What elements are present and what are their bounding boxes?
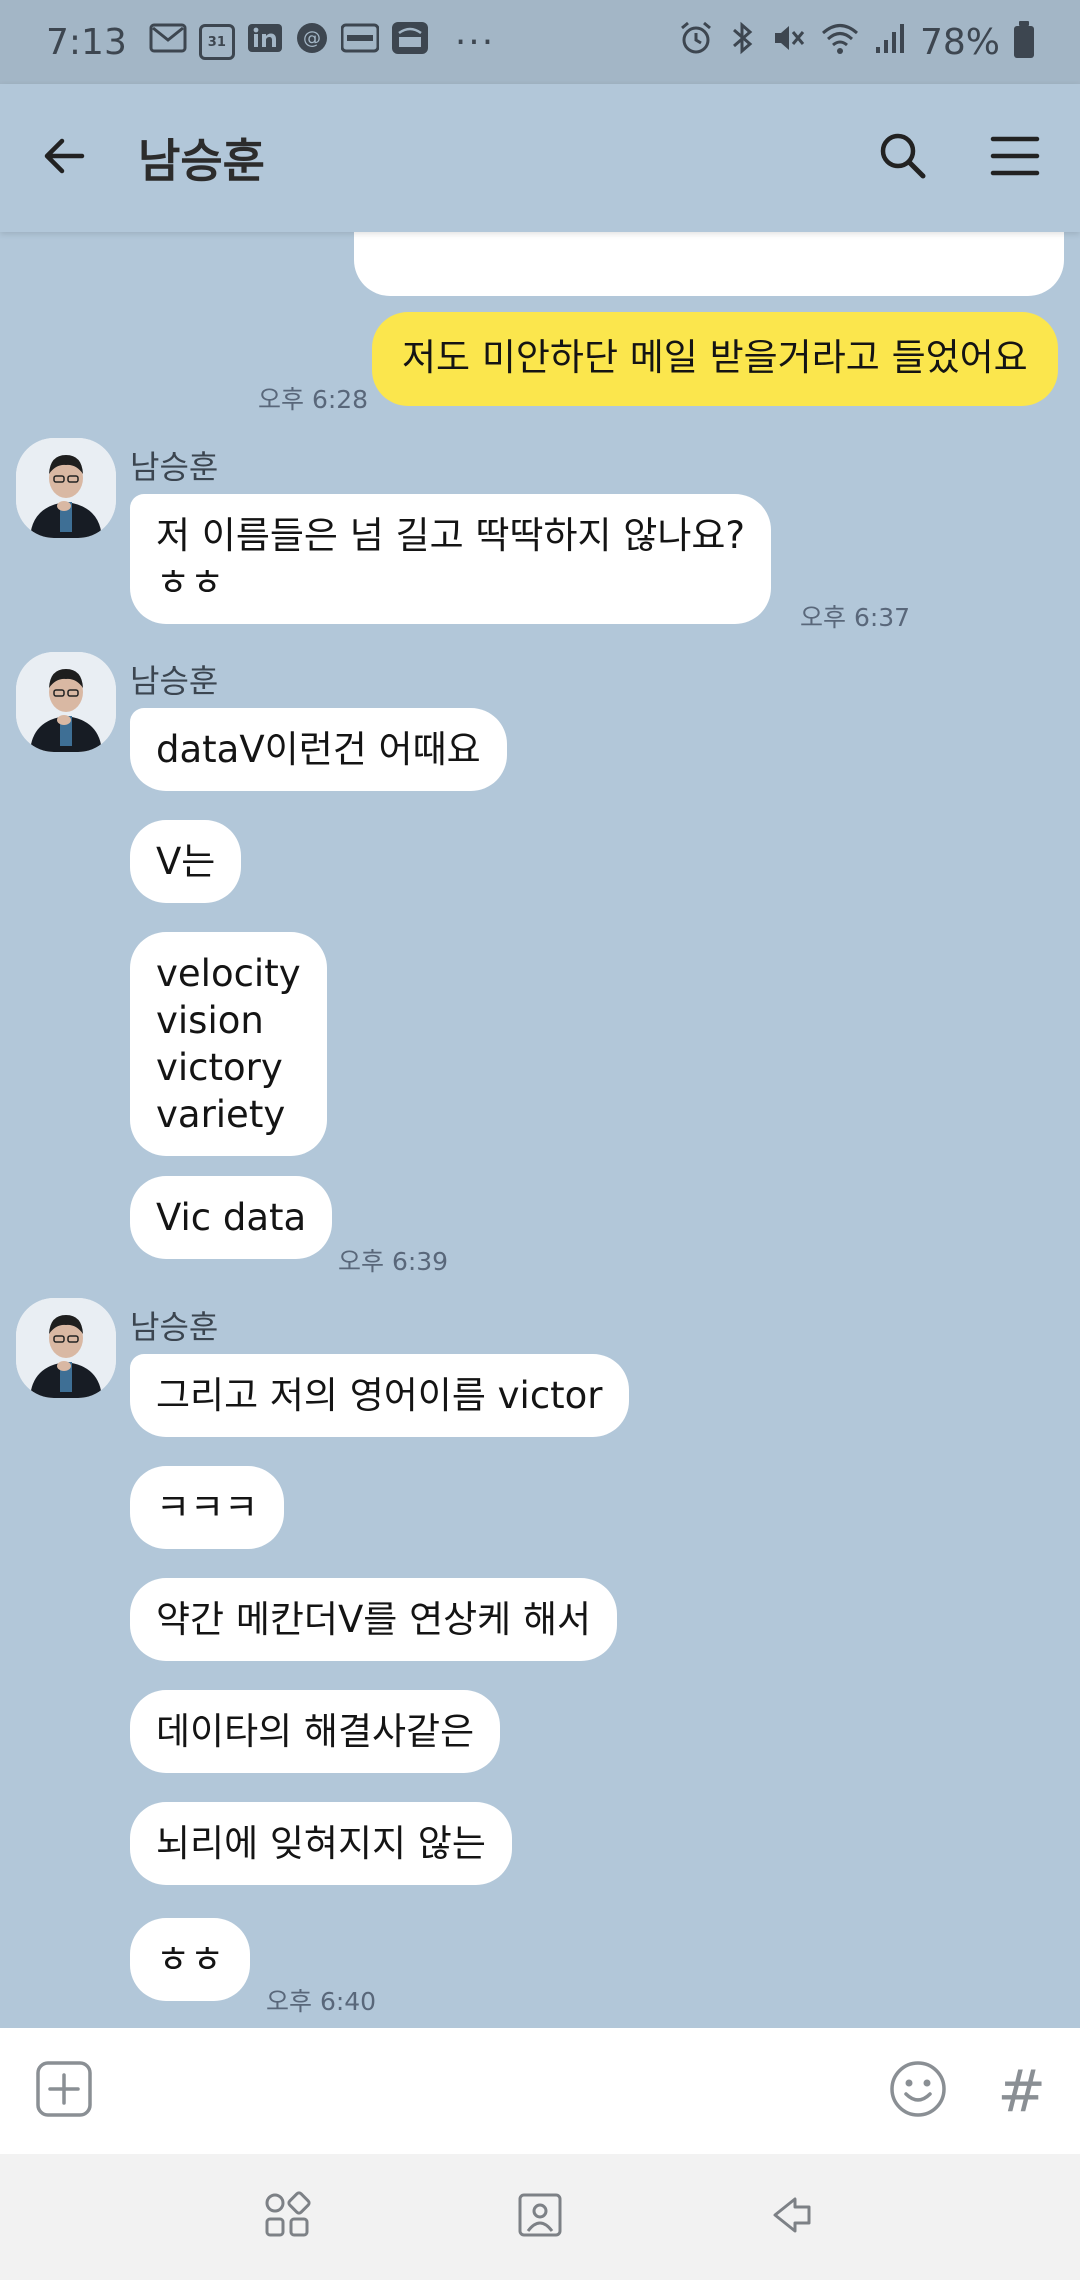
message-input-bar: # — [0, 2028, 1080, 2154]
sender-name: 남승훈 — [130, 1308, 219, 1346]
avatar[interactable] — [16, 652, 116, 752]
recent-apps-icon[interactable] — [263, 2191, 311, 2243]
message-time: 오후 6:40 — [266, 1987, 377, 2016]
payco-icon — [340, 22, 380, 63]
message-time: 오후 6:37 — [800, 603, 911, 632]
alarm-icon — [678, 20, 714, 65]
battery-percent: 78% — [919, 21, 1000, 63]
add-attachment-icon[interactable] — [34, 2059, 94, 2123]
battery-icon — [1014, 21, 1034, 58]
outgoing-message[interactable]: 저도 미안하단 메일 받을거라고 들었어요 — [372, 312, 1058, 406]
bluetooth-icon — [728, 20, 756, 65]
hashtag-search-icon[interactable]: # — [997, 2057, 1046, 2125]
incoming-message[interactable]: 약간 메칸더V를 연상케 해서 — [130, 1578, 618, 1661]
status-bar: 7:13 31 @ ··· 78% — [0, 0, 1080, 84]
notification-icons: 31 @ — [149, 21, 429, 64]
sender-name: 남승훈 — [130, 448, 219, 486]
svg-text:@: @ — [303, 28, 321, 49]
incoming-message[interactable]: Vic data — [130, 1176, 333, 1259]
incoming-message[interactable]: V는 — [130, 820, 242, 903]
incoming-message[interactable]: ㅎㅎ — [130, 1918, 251, 2001]
message-time: 오후 6:28 — [258, 385, 369, 414]
chat-header: 남승훈 — [0, 84, 1080, 232]
system-navigation-bar — [0, 2154, 1080, 2280]
incoming-message[interactable]: 데이타의 해결사같은 — [130, 1690, 501, 1773]
message-time: 오후 6:39 — [338, 1247, 449, 1276]
linkedin-icon — [247, 22, 283, 63]
incoming-message[interactable]: ㅋㅋㅋ — [130, 1466, 285, 1549]
chat-area[interactable]: 오후 6:28 저도 미안하단 메일 받을거라고 들었어요 남승훈 저 이름들은… — [0, 232, 1080, 2028]
header-actions — [878, 131, 1040, 185]
signal-icon — [874, 21, 906, 64]
previous-message-bubble[interactable] — [354, 232, 1064, 296]
incoming-message[interactable]: 그리고 저의 영어이름 victor — [130, 1354, 629, 1437]
more-notifications-icon: ··· — [454, 21, 496, 63]
citi-icon — [391, 21, 429, 64]
messenger-icon: @ — [295, 21, 329, 64]
search-icon[interactable] — [878, 131, 928, 185]
emoji-icon[interactable] — [889, 2060, 947, 2122]
incoming-message[interactable]: dataV이런건 어때요 — [130, 708, 507, 791]
gmail-icon — [149, 22, 187, 63]
mute-icon — [770, 20, 806, 65]
incoming-message[interactable]: 저 이름들은 넘 길고 딱딱하지 않나요? ㅎㅎ — [130, 494, 772, 624]
wifi-icon — [820, 20, 860, 65]
back-nav-icon[interactable] — [769, 2191, 817, 2243]
status-time: 7:13 — [46, 21, 127, 63]
incoming-message[interactable]: velocity vision victory variety — [130, 932, 327, 1156]
sender-name: 남승훈 — [130, 662, 219, 700]
status-right: 78% — [678, 20, 1034, 65]
calendar-icon: 31 — [198, 24, 235, 60]
avatar[interactable] — [16, 438, 116, 538]
incoming-message[interactable]: 뇌리에 잊혀지지 않는 — [130, 1802, 512, 1885]
avatar[interactable] — [16, 1298, 116, 1398]
home-icon[interactable] — [516, 2191, 564, 2243]
input-actions: # — [889, 2057, 1046, 2125]
back-arrow-icon[interactable] — [40, 132, 88, 184]
menu-icon[interactable] — [990, 134, 1040, 182]
chat-title: 남승훈 — [138, 134, 265, 188]
